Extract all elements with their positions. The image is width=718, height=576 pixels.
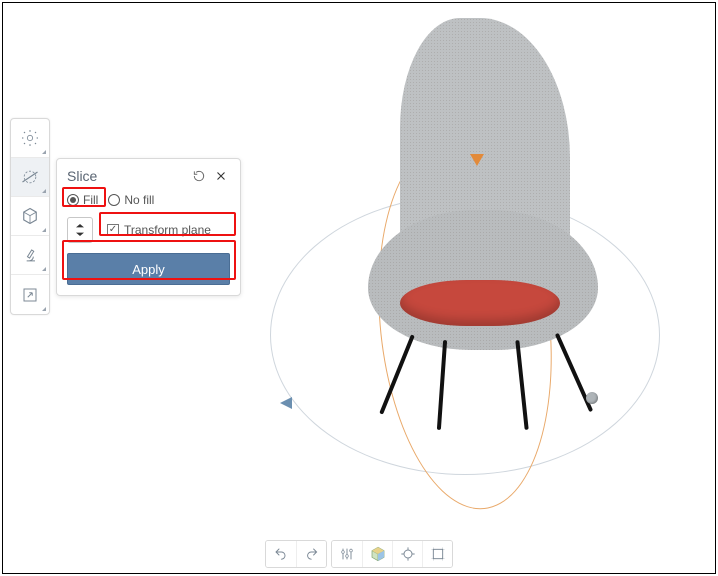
tool-settings[interactable]	[11, 119, 49, 158]
close-icon	[215, 170, 227, 182]
frame-button[interactable]	[422, 541, 452, 567]
tool-mesh[interactable]	[11, 197, 49, 236]
sliders-icon	[339, 546, 355, 562]
redo-icon	[303, 546, 321, 562]
radio-no-fill[interactable]: No fill	[108, 193, 154, 207]
tool-export[interactable]	[11, 275, 49, 314]
bottom-toolbar	[265, 540, 453, 568]
undo-icon	[272, 546, 290, 562]
checkbox-transform-plane-label: Transform plane	[124, 223, 211, 237]
gear-slice-icon	[20, 167, 40, 187]
reset-button[interactable]	[190, 167, 208, 185]
hexagon-icon	[20, 206, 40, 226]
cube-icon	[369, 545, 387, 563]
sliders-button[interactable]	[332, 541, 362, 567]
checkbox-transform-plane[interactable]: ✓ Transform plane	[107, 223, 211, 237]
reset-icon	[192, 169, 206, 183]
radio-dot-icon	[67, 194, 79, 206]
center-button[interactable]	[392, 541, 422, 567]
tool-inspect[interactable]	[11, 236, 49, 275]
undo-button[interactable]	[266, 541, 296, 567]
slice-panel: Slice Fill No fill ✓ Transform plane App…	[56, 158, 241, 296]
redo-button[interactable]	[296, 541, 326, 567]
plane-orientation-button[interactable]	[67, 217, 93, 243]
radio-no-fill-label: No fill	[124, 193, 154, 207]
panel-title: Slice	[67, 168, 186, 184]
apply-button-label: Apply	[132, 262, 165, 277]
left-toolbar	[10, 118, 50, 315]
radio-fill[interactable]: Fill	[67, 193, 98, 207]
tool-slice[interactable]	[11, 158, 49, 197]
close-button[interactable]	[212, 167, 230, 185]
radio-fill-label: Fill	[83, 193, 98, 207]
apply-button[interactable]: Apply	[67, 253, 230, 285]
window-arrow-icon	[21, 286, 39, 304]
center-icon	[400, 546, 416, 562]
check-icon: ✓	[107, 224, 119, 236]
gear-icon	[20, 128, 40, 148]
radio-dot-icon	[108, 194, 120, 206]
frame-icon	[430, 546, 446, 562]
microscope-icon	[20, 245, 40, 265]
view-cube-button[interactable]	[362, 541, 392, 567]
plane-orientation-icon	[72, 222, 88, 238]
